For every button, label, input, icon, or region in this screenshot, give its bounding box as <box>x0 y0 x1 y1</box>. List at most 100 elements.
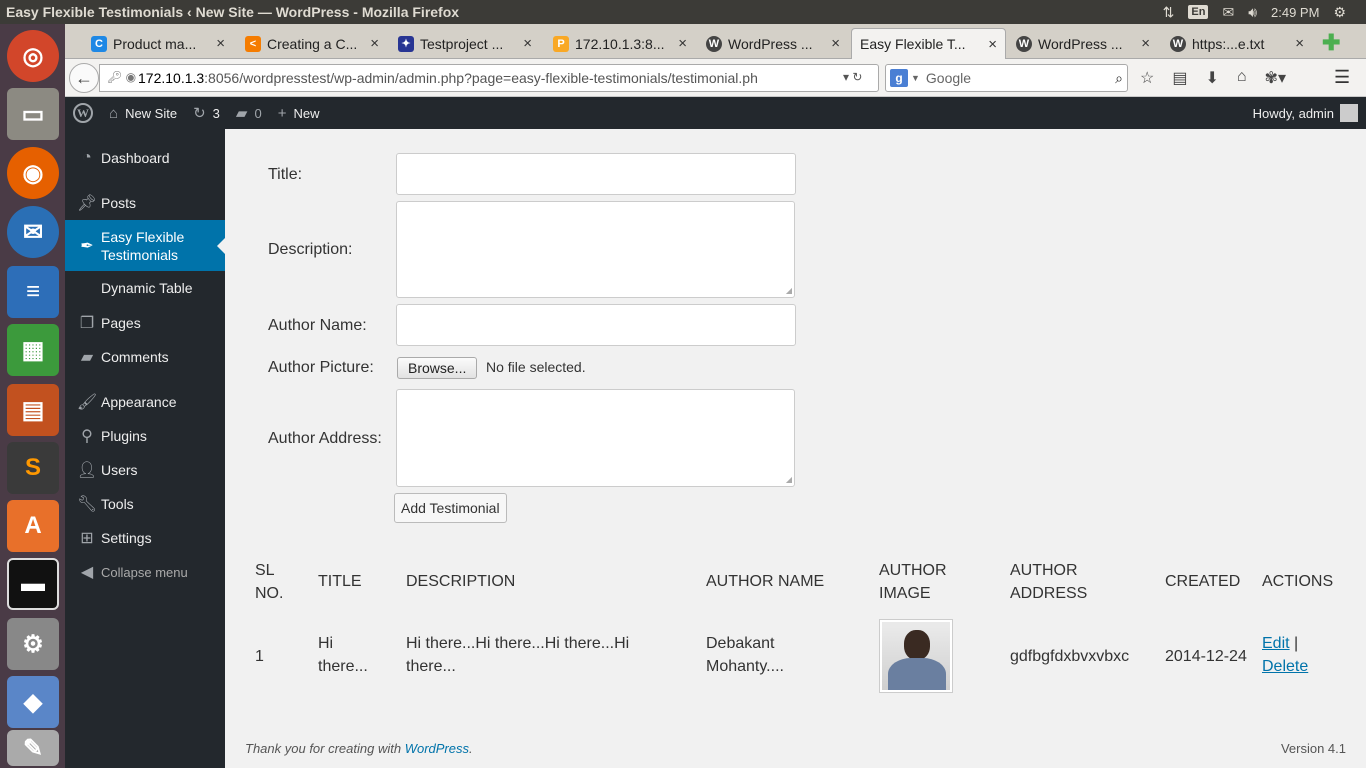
sidebar-item-settings[interactable]: ⊞ Settings <box>65 527 225 549</box>
virtualbox-icon[interactable]: ◆ <box>7 676 59 728</box>
tab-close-icon[interactable]: × <box>678 35 687 52</box>
title-input[interactable] <box>396 153 796 195</box>
back-button[interactable]: ← <box>69 63 99 93</box>
keyboard-sort-icon[interactable]: ⇅ <box>1163 4 1175 21</box>
my-account-menu[interactable]: Howdy, admin <box>1253 104 1366 122</box>
new-tab-icon[interactable]: ✚ <box>1322 30 1340 56</box>
files-icon[interactable]: ▭ <box>7 88 59 140</box>
author-address-textarea[interactable]: ◢ <box>396 389 795 487</box>
cell-author-name: Debakant Mohanty.... <box>706 632 784 678</box>
search-bar[interactable]: g ▼ Google ⌕ <box>885 64 1128 92</box>
mail-icon[interactable]: ✉ <box>1222 4 1234 21</box>
pages-icon: ❐ <box>79 315 95 332</box>
collapse-menu-button[interactable]: ◀ Collapse menu <box>65 561 225 583</box>
comments-menu[interactable]: ▰ 0 <box>228 97 270 129</box>
tab-wordpress-2[interactable]: W WordPress ... × <box>1008 28 1158 59</box>
delete-link[interactable]: Delete <box>1262 658 1308 675</box>
impress-icon[interactable]: ▤ <box>7 384 59 436</box>
sidebar-item-appearance[interactable]: 🖌︎ Appearance <box>65 391 225 413</box>
addon-icon[interactable]: ✾▾ <box>1265 68 1286 88</box>
pin-icon: 📌︎ <box>76 195 98 212</box>
wp-admin-menu: ◔ Dashboard 📌︎ Posts ✒ Easy Flexible Tes… <box>65 129 225 768</box>
tab-https-txt[interactable]: W https:...e.txt × <box>1162 28 1312 59</box>
wordpress-link[interactable]: WordPress <box>405 741 469 756</box>
tab-testproject[interactable]: ✦ Testproject ... × <box>390 28 540 59</box>
terminal-icon[interactable]: ▬ <box>7 558 59 610</box>
resize-grip-icon[interactable]: ◢ <box>786 475 792 484</box>
tab-label: WordPress ... <box>1038 35 1123 52</box>
resize-grip-icon[interactable]: ◢ <box>786 286 792 295</box>
add-testimonial-button[interactable]: Add Testimonial <box>394 493 507 523</box>
col-header-author-image: AUTHOR IMAGE <box>879 559 947 605</box>
plus-icon: + <box>277 104 287 122</box>
firefox-icon[interactable]: ◉ <box>7 147 59 199</box>
tab-close-icon[interactable]: × <box>831 35 840 52</box>
tab-creating[interactable]: < Creating a C... × <box>237 28 387 59</box>
tab-close-icon[interactable]: × <box>216 35 225 52</box>
calc-icon[interactable]: ▦ <box>7 324 59 376</box>
window-title: Easy Flexible Testimonials ‹ New Site — … <box>6 4 460 20</box>
sidebar-item-posts[interactable]: 📌︎ Posts <box>65 192 225 214</box>
volume-icon[interactable]: 🔊︎ <box>1248 4 1257 21</box>
description-textarea[interactable]: ◢ <box>396 201 795 298</box>
system-top-panel: Easy Flexible Testimonials ‹ New Site — … <box>0 0 1366 24</box>
avatar <box>1340 104 1358 122</box>
cell-line: Hi <box>318 635 334 652</box>
thunderbird-icon[interactable]: ✉ <box>7 206 59 258</box>
new-content-menu[interactable]: + New <box>270 97 328 129</box>
tab-close-icon[interactable]: × <box>1295 35 1304 52</box>
col-header-line: IMAGE <box>879 585 931 602</box>
home-icon[interactable]: ⌂ <box>1237 68 1247 88</box>
url-dropdown-reload-icon[interactable]: ▾ ↻ <box>843 70 862 84</box>
url-bar[interactable]: 172.10.1.3:8056/wordpresstest/wp-admin/a… <box>99 64 879 92</box>
sidebar-subitem-dynamic-table[interactable]: Dynamic Table <box>65 277 225 299</box>
language-indicator[interactable]: En <box>1188 5 1209 19</box>
author-name-input[interactable] <box>396 304 796 346</box>
sidebar-item-label: Pages <box>101 315 141 331</box>
tab-easy-flexible[interactable]: Easy Flexible T... × <box>851 28 1006 59</box>
updates-menu[interactable]: ↻ 3 <box>185 97 228 129</box>
writer-icon[interactable]: ≡ <box>7 266 59 318</box>
sidebar-item-pages[interactable]: ❐ Pages <box>65 312 225 334</box>
clock[interactable]: 2:49 PM <box>1271 5 1319 20</box>
search-icon[interactable]: ⌕ <box>1115 70 1123 87</box>
edit-link[interactable]: Edit <box>1262 635 1290 652</box>
power-gear-icon[interactable]: ⚙ <box>1333 4 1346 21</box>
bookmark-star-icon[interactable]: ☆ <box>1140 68 1154 88</box>
sidebar-item-dashboard[interactable]: ◔ Dashboard <box>65 147 225 169</box>
tab-label: https:...e.txt <box>1192 35 1265 52</box>
collapse-icon: ◀ <box>80 564 94 581</box>
sidebar-item-tools[interactable]: 🔧︎ Tools <box>65 493 225 515</box>
site-identity-icon[interactable]: 🔑︎ ◉ <box>107 70 136 84</box>
cell-line: Hi there...Hi there...Hi there...Hi <box>406 635 630 652</box>
site-name-menu[interactable]: ⌂ New Site <box>101 97 185 129</box>
tab-close-icon[interactable]: × <box>370 35 379 52</box>
tab-product[interactable]: C Product ma... × <box>83 28 233 59</box>
current-menu-arrow <box>217 238 225 254</box>
sidebar-item-comments[interactable]: ▰ Comments <box>65 346 225 368</box>
sidebar-item-users[interactable]: 👤︎ Users <box>65 459 225 481</box>
tab-phpmyadmin[interactable]: P 172.10.1.3:8... × <box>545 28 695 59</box>
search-engine-caret-icon[interactable]: ▼ <box>911 73 920 83</box>
wp-logo-menu[interactable]: W <box>65 97 101 129</box>
sidebar-item-label: Easy Flexible Testimonials <box>101 228 185 263</box>
tab-close-icon[interactable]: × <box>523 35 532 52</box>
file-status: No file selected. <box>486 359 586 375</box>
sidebar-item-plugins[interactable]: ⚲ Plugins <box>65 425 225 447</box>
tab-close-icon[interactable]: × <box>988 36 997 53</box>
tab-wordpress-1[interactable]: W WordPress ... × <box>698 28 848 59</box>
hamburger-menu-icon[interactable]: ☰ <box>1334 67 1350 88</box>
browse-button[interactable]: Browse... <box>397 357 478 379</box>
bookmarks-list-icon[interactable]: ▤ <box>1172 68 1187 88</box>
sidebar-item-label: Appearance <box>101 394 177 410</box>
browser-tab-bar: C Product ma... × < Creating a C... × ✦ … <box>65 24 1366 59</box>
settings-icon[interactable]: ⚙ <box>7 618 59 670</box>
howdy-text: Howdy, admin <box>1252 105 1334 121</box>
dash-icon[interactable]: ◎ <box>7 30 59 82</box>
download-icon[interactable]: ⬇ <box>1205 68 1218 88</box>
tab-close-icon[interactable]: × <box>1141 35 1150 52</box>
software-center-icon[interactable]: A <box>7 500 59 552</box>
trash-icon[interactable]: ✎ <box>7 730 59 766</box>
sublime-icon[interactable]: S <box>7 442 59 494</box>
sidebar-item-easy-flexible-testimonials[interactable]: ✒ Easy Flexible Testimonials <box>65 220 225 271</box>
